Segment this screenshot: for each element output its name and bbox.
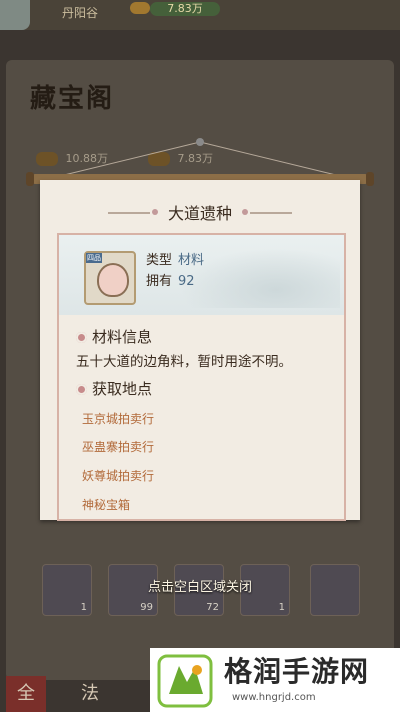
- close-hint[interactable]: 点击空白区域关闭: [0, 576, 400, 595]
- source-link[interactable]: 巫蛊寨拍卖行: [82, 438, 154, 455]
- type-label: 类型: [146, 253, 173, 268]
- player-avatar[interactable]: [0, 0, 30, 30]
- watermark-logo-icon: [157, 654, 213, 708]
- item-name: 大道遗种: [167, 204, 232, 223]
- title-ornament-dot: [152, 209, 158, 215]
- rod-knob: [366, 172, 374, 186]
- gold-amount: 7.83万: [150, 2, 220, 16]
- tab-all[interactable]: 全: [6, 676, 46, 712]
- owned-row: 拥有 92: [146, 270, 195, 289]
- rod-knob: [26, 172, 34, 186]
- watermark-url: www.hngrjd.com: [232, 692, 316, 703]
- source-link[interactable]: 妖尊城拍卖行: [82, 467, 154, 484]
- type-value: 材料: [178, 253, 205, 268]
- grade-tag: 四品: [86, 253, 102, 263]
- source-link[interactable]: 玉京城拍卖行: [82, 410, 154, 427]
- flower-icon: [76, 332, 87, 343]
- title-ornament-right: [250, 212, 292, 214]
- title-ornament-left: [108, 212, 150, 214]
- player-name: 丹阳谷: [62, 6, 99, 20]
- panel-title: 藏宝阁: [30, 84, 115, 114]
- owned-label: 拥有: [146, 274, 173, 289]
- type-row: 类型 材料: [146, 249, 204, 268]
- watermark-title: 格润手游网: [224, 655, 370, 688]
- tab-magic[interactable]: 法: [70, 676, 110, 712]
- item-title-row: 大道遗种: [40, 200, 360, 224]
- source-link[interactable]: 神秘宝箱: [82, 496, 130, 513]
- source-heading: 获取地点: [76, 378, 152, 399]
- material-info-heading: 材料信息: [76, 326, 152, 347]
- gold-icon: [130, 2, 150, 14]
- item-description: 五十大道的边角料，暂时用途不明。: [76, 354, 292, 370]
- scroll-hanger: [59, 138, 341, 177]
- title-ornament-dot: [242, 209, 248, 215]
- flower-icon: [76, 384, 87, 395]
- owned-value: 92: [178, 274, 195, 289]
- seed-item-icon: [97, 263, 129, 297]
